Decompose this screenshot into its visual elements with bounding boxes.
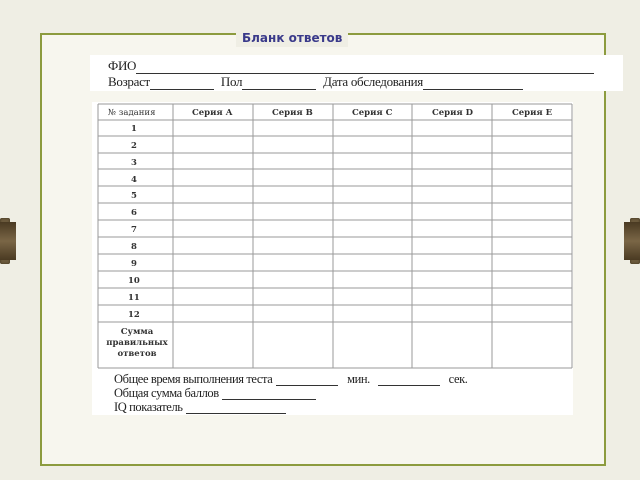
- iq-field[interactable]: [185, 402, 286, 414]
- minutes-label: мин.: [347, 372, 370, 386]
- iq-label: IQ показатель: [114, 400, 183, 414]
- task-number-6: 6: [131, 208, 137, 218]
- time-line: Общее время выполнения теста мин. сек.: [114, 372, 468, 386]
- task-number-4: 4: [131, 175, 137, 185]
- task-number-2: 2: [131, 141, 137, 151]
- series-e-header: Серия Е: [512, 108, 553, 118]
- iq-line: IQ показатель: [114, 400, 286, 414]
- task-number-10: 10: [128, 276, 140, 286]
- sum-correct-label: Сумма правильных ответов: [106, 327, 168, 359]
- seconds-label: сек.: [448, 372, 468, 386]
- series-b-header: Серия В: [272, 108, 313, 118]
- series-d-header: Серия D: [432, 108, 474, 118]
- time-label: Общее время выполнения теста: [114, 372, 273, 386]
- total-score-field[interactable]: [221, 388, 316, 400]
- series-a-header: Серия А: [192, 108, 233, 118]
- task-number-7: 7: [131, 225, 137, 235]
- results-section: Общее время выполнения теста мин. сек. О…: [92, 370, 573, 415]
- seconds-field[interactable]: [377, 374, 440, 386]
- total-score-label: Общая сумма баллов: [114, 386, 219, 400]
- task-number-9: 9: [131, 259, 137, 269]
- task-number-5: 5: [131, 191, 137, 201]
- minutes-field[interactable]: [276, 374, 339, 386]
- task-number-8: 8: [131, 242, 137, 252]
- task-number-12: 12: [128, 310, 140, 320]
- series-c-header: Серия С: [352, 108, 393, 118]
- task-number-header: № задания: [108, 108, 156, 118]
- total-score-line: Общая сумма баллов: [114, 386, 316, 400]
- task-number-3: 3: [131, 158, 137, 168]
- task-number-11: 11: [128, 293, 140, 303]
- task-number-1: 1: [131, 124, 137, 134]
